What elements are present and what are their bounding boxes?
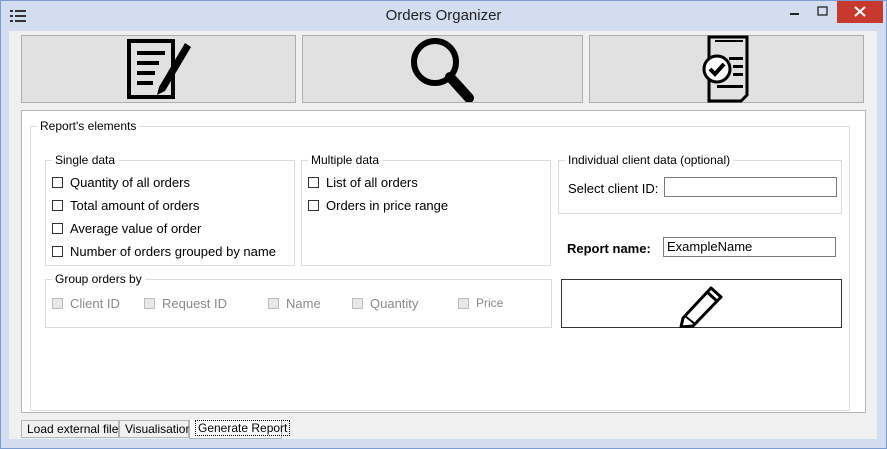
checkbox-box[interactable] [144,297,155,309]
edit-document-icon [126,39,191,99]
pencil-icon [679,286,722,328]
create-report-button[interactable] [561,279,842,328]
orders-in-price-range-checkbox[interactable]: Orders in price range [308,196,448,214]
tab-label: Visualisation [125,422,193,436]
checkbox-box[interactable] [352,297,363,309]
group-by-name-checkbox[interactable]: Name [268,294,321,312]
checkbox-label: Price [476,296,504,310]
group-by-client-id-checkbox[interactable]: Client ID [52,294,120,312]
checkbox-label: Average value of order [70,220,202,236]
maximize-button[interactable] [809,1,837,23]
maximize-icon [817,6,828,16]
client-id-input[interactable] [664,177,837,197]
group-orders-by-group: Group orders by Client ID Request ID Nam… [45,272,552,328]
select-client-id-label: Select client ID: [568,181,659,196]
search-orders-button[interactable] [302,35,583,103]
minimize-icon [790,13,799,15]
checkbox-label: Quantity [370,295,419,311]
tab-label: Generate Report [195,420,291,436]
reports-elements-legend: Report's elements [37,119,140,133]
checkbox-label: Client ID [70,295,120,311]
close-button[interactable] [837,1,883,23]
checkbox-box[interactable] [308,199,319,211]
client-data-group: Individual client data (optional) Select… [558,153,842,214]
close-icon [854,6,866,17]
checkbox-label: Orders in price range [326,197,449,213]
group-by-price-checkbox[interactable]: Price [458,294,503,312]
minimize-button[interactable] [781,1,809,23]
report-name-input[interactable]: ExampleName [663,237,836,257]
main-window: Orders Organizer Report's elements Singl… [0,0,887,449]
checkbox-box[interactable] [268,297,279,309]
checkbox-box[interactable] [52,222,63,234]
checkbox-label: List of all orders [326,174,418,190]
checkbox-box[interactable] [308,176,319,188]
list-of-all-orders-checkbox[interactable]: List of all orders [308,173,418,191]
single-data-group: Single data Quantity of all orders Total… [45,153,295,266]
report-name-label: Report name: [567,241,651,256]
client-area: Report's elements Single data Quantity o… [9,31,877,439]
orders-grouped-by-name-checkbox[interactable]: Number of orders grouped by name [52,242,276,260]
checkbox-box[interactable] [52,176,63,188]
multiple-data-legend: Multiple data [308,153,383,167]
group-by-request-id-checkbox[interactable]: Request ID [144,294,227,312]
checkbox-box[interactable] [52,297,63,309]
group-orders-by-legend: Group orders by [52,272,145,286]
quantity-of-all-orders-checkbox[interactable]: Quantity of all orders [52,173,190,191]
tab-label: Load external files [27,422,125,436]
reports-elements-group: Report's elements Single data Quantity o… [30,119,850,411]
tab-visualisation[interactable]: Visualisation [119,420,193,438]
checkbox-box[interactable] [52,245,63,257]
checkbox-label: Quantity of all orders [70,174,190,190]
group-by-quantity-checkbox[interactable]: Quantity [352,294,418,312]
edit-orders-button[interactable] [21,35,296,103]
total-amount-of-orders-checkbox[interactable]: Total amount of orders [52,196,199,214]
average-value-of-order-checkbox[interactable]: Average value of order [52,219,201,237]
checkbox-label: Number of orders grouped by name [70,243,276,259]
checkbox-box[interactable] [52,199,63,211]
client-data-legend: Individual client data (optional) [565,153,734,167]
generate-report-tab-page: Report's elements Single data Quantity o… [21,110,866,413]
checkbox-label: Name [286,295,321,311]
multiple-data-group: Multiple data List of all orders Orders … [301,153,551,266]
tab-generate-report[interactable]: Generate Report [189,419,291,439]
checklist-report-icon [702,35,748,103]
magnifier-icon [410,38,474,102]
window-title: Orders Organizer [385,7,502,24]
checkbox-box[interactable] [458,297,469,309]
checkbox-label: Request ID [162,295,228,311]
single-data-legend: Single data [52,153,119,167]
title-bar[interactable]: Orders Organizer [1,1,886,31]
checkbox-label: Total amount of orders [70,197,200,213]
generate-report-button[interactable] [589,35,864,103]
tab-load-external-files[interactable]: Load external files [21,420,124,438]
